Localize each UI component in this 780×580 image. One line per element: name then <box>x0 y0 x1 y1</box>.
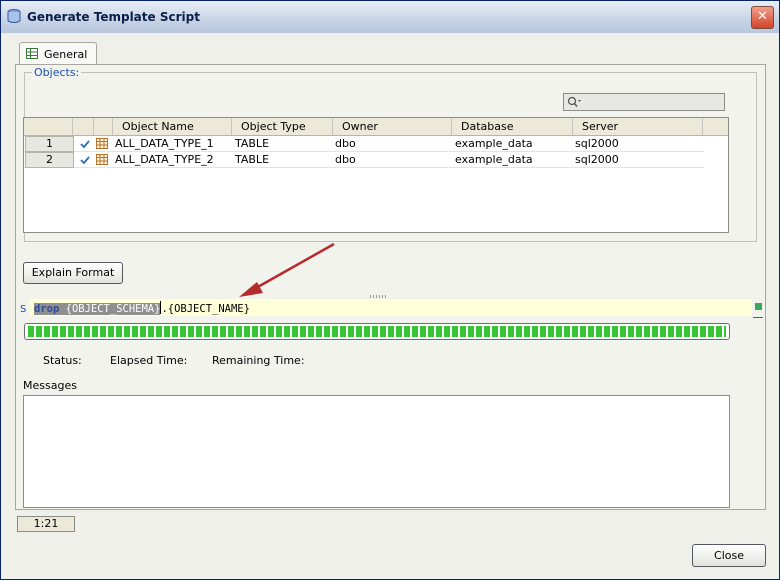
margin-arrow-icon <box>753 317 763 318</box>
tab-general[interactable]: General <box>19 42 97 66</box>
checkmark-icon[interactable] <box>78 137 92 151</box>
header-icon <box>94 118 113 135</box>
cell-owner: dbo <box>335 153 356 166</box>
cell-database: example_data <box>455 137 533 150</box>
title-bar[interactable]: Generate Template Script ✕ <box>1 1 779 33</box>
window-title: Generate Template Script <box>27 10 200 24</box>
header-database[interactable]: Database <box>452 118 573 135</box>
search-input[interactable] <box>563 93 725 111</box>
checkmark-icon[interactable] <box>78 153 92 167</box>
script-editor[interactable]: drop {OBJECT_SCHEMA}.{OBJECT_NAME} <box>30 299 752 316</box>
progress-bar <box>24 323 730 340</box>
dialog-client: General Objects: Object Name Object Type… <box>1 33 779 579</box>
script-schema-token: {OBJECT_SCHEMA} <box>59 303 161 315</box>
script-object-name-token: .{OBJECT_NAME} <box>161 303 250 315</box>
script-section-label: S <box>20 304 27 315</box>
header-object-name[interactable]: Object Name <box>113 118 232 135</box>
explain-format-button[interactable]: Explain Format <box>23 262 123 284</box>
table-icon <box>96 154 108 165</box>
close-button[interactable]: Close <box>692 544 766 567</box>
status-label: Status: <box>43 354 82 367</box>
margin-marker-icon <box>755 303 762 310</box>
cell-object-name: ALL_DATA_TYPE_1 <box>115 137 214 150</box>
header-owner[interactable]: Owner <box>333 118 452 135</box>
cell-server: sql2000 <box>575 153 619 166</box>
header-check <box>73 118 94 135</box>
progress-fill <box>28 326 726 337</box>
script-keyword: drop <box>34 303 60 315</box>
messages-label: Messages <box>23 379 77 392</box>
search-icon <box>567 96 581 107</box>
header-rownum <box>24 118 73 135</box>
window-close-button[interactable]: ✕ <box>751 6 774 29</box>
cursor-position-indicator: 1:21 <box>17 516 75 532</box>
elapsed-time-label: Elapsed Time: <box>110 354 188 367</box>
cell-object-type: TABLE <box>235 153 270 166</box>
table-row[interactable]: 2 ALL_DATA_TYPE_2 TABLE dbo example_data… <box>24 152 704 168</box>
database-icon <box>7 9 21 23</box>
table-icon <box>96 138 108 149</box>
objects-table: Object Name Object Type Owner Database S… <box>23 117 729 233</box>
row-number: 2 <box>25 152 74 168</box>
script-text: drop {OBJECT_SCHEMA}.{OBJECT_NAME} <box>34 301 250 315</box>
tab-general-label: General <box>44 48 88 61</box>
dialog-window: Generate Template Script ✕ General Objec… <box>0 0 780 580</box>
cell-object-type: TABLE <box>235 137 270 150</box>
row-number: 1 <box>25 136 74 152</box>
messages-box[interactable] <box>23 395 730 508</box>
cell-server: sql2000 <box>575 137 619 150</box>
header-server[interactable]: Server <box>573 118 703 135</box>
remaining-time-label: Remaining Time: <box>212 354 305 367</box>
cell-database: example_data <box>455 153 533 166</box>
cell-object-name: ALL_DATA_TYPE_2 <box>115 153 214 166</box>
grid-icon <box>26 48 38 59</box>
table-row[interactable]: 1 ALL_DATA_TYPE_1 TABLE dbo example_data… <box>24 136 704 152</box>
objects-legend: Objects: <box>32 66 82 79</box>
header-object-type[interactable]: Object Type <box>232 118 333 135</box>
table-header: Object Name Object Type Owner Database S… <box>24 118 728 136</box>
script-selection: drop {OBJECT_SCHEMA} <box>34 303 161 315</box>
cell-owner: dbo <box>335 137 356 150</box>
splitter-handle[interactable] <box>370 295 386 298</box>
